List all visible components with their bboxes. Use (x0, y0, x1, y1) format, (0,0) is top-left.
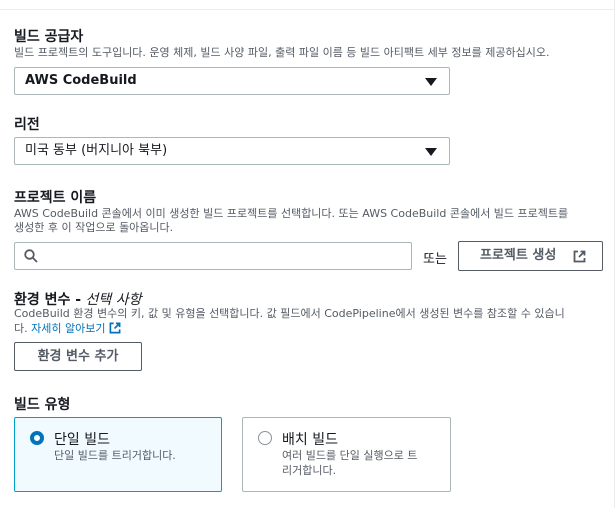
env-vars-description-line2: 다. 자세히 알아보기 (14, 320, 121, 336)
single-build-description: 단일 빌드를 트리거합니다. (54, 449, 176, 462)
caret-down-icon (425, 78, 437, 86)
build-provider-description: 빌드 프로젝트의 도구입니다. 운영 체제, 빌드 사양 파일, 출력 파일 이… (14, 46, 550, 59)
build-provider-label: 빌드 공급자 (14, 29, 84, 45)
env-vars-description-line1: CodeBuild 환경 변수의 키, 값 및 유형을 선택합니다. 값 필드에… (14, 307, 565, 320)
add-env-var-button[interactable]: 환경 변수 추가 (14, 342, 142, 371)
project-name-description-line2: 생성한 후 이 작업으로 돌아옵니다. (14, 221, 174, 234)
batch-build-description-line2: 리거합니다. (282, 464, 337, 477)
top-divider (0, 0, 615, 10)
project-search-input[interactable] (14, 242, 412, 270)
create-project-button[interactable]: 프로젝트 생성 (458, 241, 603, 271)
project-name-label: 프로젝트 이름 (14, 190, 97, 206)
region-label: 리전 (14, 117, 40, 133)
batch-build-title: 배치 빌드 (282, 432, 338, 448)
build-provider-value: AWS CodeBuild (25, 73, 137, 88)
project-name-description-line1: AWS CodeBuild 콘솔에서 이미 생성한 빌드 프로젝트를 선택합니다… (14, 207, 569, 220)
single-build-tile[interactable]: 단일 빌드 단일 빌드를 트리거합니다. (14, 417, 222, 492)
batch-build-radio[interactable] (258, 431, 272, 445)
learn-more-link[interactable]: 자세히 알아보기 (31, 322, 105, 335)
region-select[interactable]: 미국 동부 (버지니아 북부) (14, 137, 450, 165)
build-type-label: 빌드 유형 (14, 397, 71, 413)
external-link-icon[interactable] (109, 322, 121, 334)
single-build-radio[interactable] (30, 431, 44, 445)
build-provider-select[interactable]: AWS CodeBuild (14, 67, 450, 95)
region-value: 미국 동부 (버지니아 북부) (25, 143, 168, 158)
create-project-label: 프로젝트 생성 (480, 248, 557, 263)
batch-build-description: 여러 빌드를 단일 실행으로 트 리거합니다. (282, 448, 442, 478)
single-build-title: 단일 빌드 (54, 432, 110, 448)
batch-build-description-line1: 여러 빌드를 단일 실행으로 트 (282, 449, 418, 462)
env-vars-description-prefix: 다. (14, 322, 28, 335)
or-text: 또는 (423, 252, 447, 267)
search-icon (24, 249, 38, 263)
external-link-icon (573, 250, 586, 263)
caret-down-icon (425, 148, 437, 156)
batch-build-tile[interactable]: 배치 빌드 여러 빌드를 단일 실행으로 트 리거합니다. (242, 417, 451, 492)
